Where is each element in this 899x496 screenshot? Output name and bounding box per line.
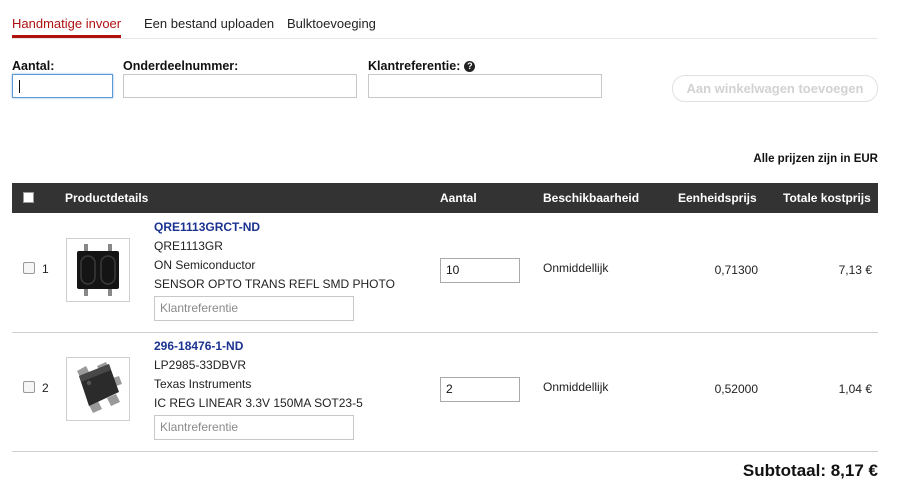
unit-price: 0,52000 (714, 382, 758, 396)
table-row: 2 296-18476-1-ND LP2985-33DBVR Texas Ins… (12, 333, 878, 452)
part-number-label: Onderdeelnummer: (123, 59, 239, 73)
help-icon[interactable]: ? (464, 61, 476, 72)
smd-photo-sensor-image[interactable] (66, 238, 130, 302)
manufacturer-part-number: LP2985-33DBVR (154, 358, 247, 372)
row-checkbox[interactable] (23, 262, 35, 274)
manufacturer-part-number: QRE1113GR (154, 239, 223, 253)
row-number: 1 (42, 262, 49, 276)
tab-upload-file[interactable]: Een bestand uploaden (144, 16, 274, 31)
table-row: 1 QRE1113GRCT-ND QRE1113GR ON Semiconduc… (12, 214, 878, 333)
row-quantity-input[interactable]: 10 (440, 258, 520, 283)
row-checkbox[interactable] (23, 381, 35, 393)
header-quantity: Aantal (440, 191, 477, 205)
quantity-label: Aantal: (12, 59, 55, 73)
header-unit-price: Eenheidsprijs (678, 191, 757, 205)
customer-ref-label-text: Klantreferentie: (368, 59, 461, 73)
currency-note: Alle prijzen zijn in EUR (753, 153, 878, 165)
product-description: IC REG LINEAR 3.3V 150MA SOT23-5 (154, 396, 363, 410)
add-to-cart-button[interactable]: Aan winkelwagen toevoegen (672, 75, 878, 102)
row-quantity-input[interactable]: 2 (440, 377, 520, 402)
quantity-input[interactable] (12, 74, 113, 98)
tab-bulk-add[interactable]: Bulktoevoeging (287, 16, 376, 31)
availability-status: Onmiddellijk (543, 380, 609, 394)
header-availability: Beschikbaarheid (543, 191, 640, 205)
total-price: 7,13 € (838, 263, 872, 277)
sot23-chip-image[interactable] (66, 357, 130, 421)
row-customer-ref-input[interactable]: Klantreferentie (154, 415, 354, 440)
availability-status: Onmiddellijk (543, 261, 609, 275)
row-number: 2 (42, 381, 49, 395)
row-customer-ref-input[interactable]: Klantreferentie (154, 296, 354, 321)
table-header: Productdetails Aantal Beschikbaarheid Ee… (12, 183, 878, 213)
subtotal: Subtotaal: 8,17 € (742, 461, 878, 480)
header-product-details: Productdetails (65, 191, 149, 205)
part-number-link[interactable]: QRE1113GRCT-ND (154, 220, 260, 234)
active-tab-indicator (12, 35, 121, 38)
part-number-input[interactable] (123, 74, 357, 98)
customer-ref-input[interactable] (368, 74, 602, 98)
header-total-price: Totale kostprijs (783, 191, 871, 205)
manufacturer-name: ON Semiconductor (154, 258, 256, 272)
product-description: SENSOR OPTO TRANS REFL SMD PHOTO (154, 277, 395, 291)
text-cursor (19, 80, 20, 93)
select-all-checkbox[interactable] (23, 192, 34, 203)
unit-price: 0,71300 (714, 263, 758, 277)
part-number-link[interactable]: 296-18476-1-ND (154, 339, 243, 353)
tab-manual-entry[interactable]: Handmatige invoer (12, 16, 121, 31)
tab-bar: Handmatige invoer Een bestand uploaden B… (12, 0, 878, 39)
manufacturer-name: Texas Instruments (154, 377, 252, 391)
total-price: 1,04 € (838, 382, 872, 396)
customer-ref-label: Klantreferentie:? (368, 59, 476, 73)
